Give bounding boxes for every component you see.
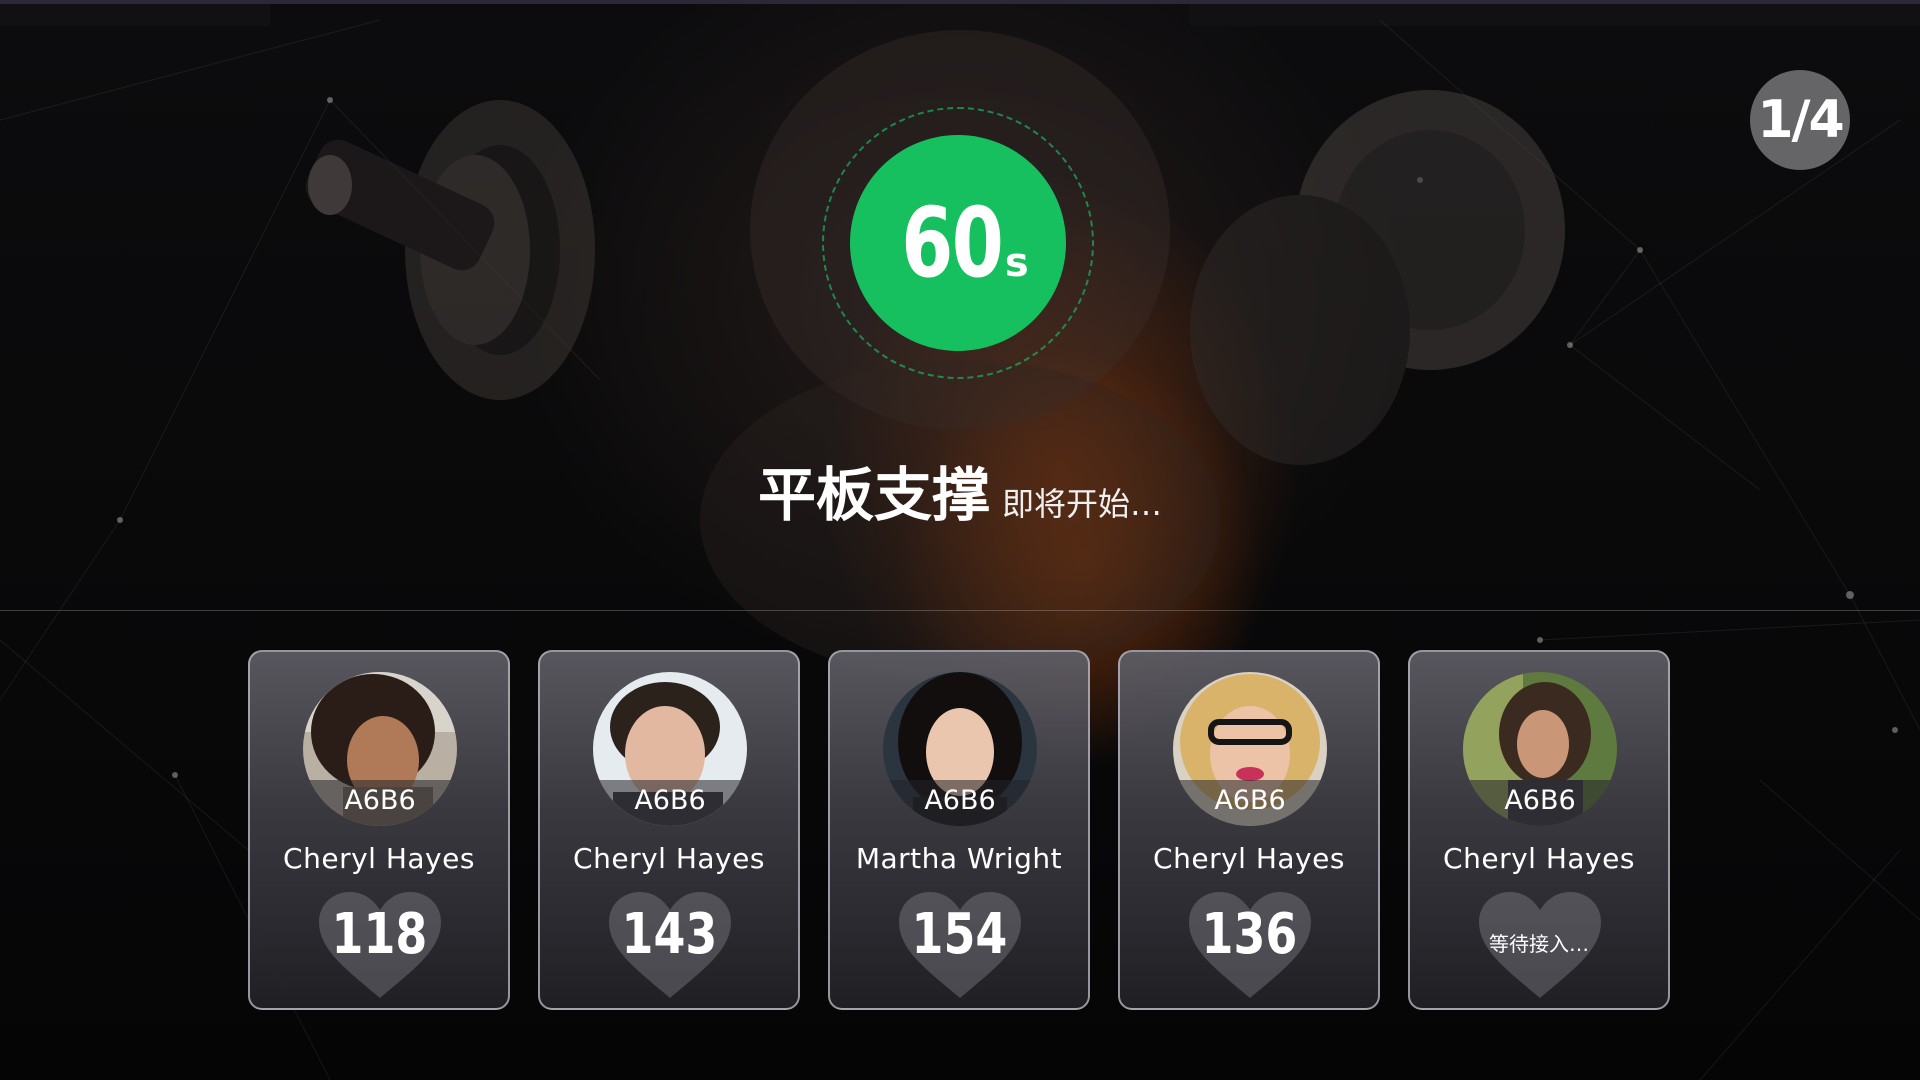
heart-rate-count: 136 — [1120, 902, 1378, 967]
heart-rate-count: 118 — [250, 902, 508, 967]
heart-rate-count: 143 — [540, 902, 798, 967]
device-tag: A6B6 — [883, 780, 1037, 826]
participant-card[interactable]: A6B6 Martha Wright 154 — [828, 650, 1090, 1010]
countdown-timer: 60 s — [850, 135, 1066, 351]
timer-value: 60 — [901, 187, 1005, 299]
count-value: 136 — [1201, 902, 1297, 967]
count-value: 143 — [621, 902, 717, 967]
participant-name: Cheryl Hayes — [1443, 842, 1635, 875]
count-value: 118 — [331, 902, 427, 967]
count-value: 154 — [911, 902, 1007, 967]
participant-cards: A6B6 Cheryl Hayes 118 A6B6 Cheryl Hayes — [248, 650, 1672, 1012]
heart-rate-count: 154 — [830, 902, 1088, 967]
device-tag: A6B6 — [1173, 780, 1327, 826]
participant-card[interactable]: A6B6 Cheryl Hayes 136 — [1118, 650, 1380, 1010]
participant-name: Cheryl Hayes — [283, 842, 475, 875]
waiting-status: 等待接入… — [1489, 932, 1589, 956]
section-divider — [0, 610, 1920, 611]
participant-card[interactable]: A6B6 Cheryl Hayes 118 — [248, 650, 510, 1010]
device-tag: A6B6 — [593, 780, 747, 826]
avatar: A6B6 — [883, 672, 1037, 826]
participant-card[interactable]: A6B6 Cheryl Hayes 143 — [538, 650, 800, 1010]
participant-card[interactable]: A6B6 Cheryl Hayes 等待接入… — [1408, 650, 1670, 1010]
page-indicator: 1/4 — [1750, 70, 1850, 170]
exercise-name: 平板支撑 — [757, 461, 990, 529]
participant-name: Cheryl Hayes — [1153, 842, 1345, 875]
timer-unit: s — [1004, 240, 1029, 286]
device-tag: A6B6 — [1463, 780, 1617, 826]
avatar: A6B6 — [1463, 672, 1617, 826]
participant-name: Cheryl Hayes — [573, 842, 765, 875]
workout-screen: 60 s 1/4 平板支撑 即将开始… A6B6 Cheryl Hayes 11… — [0, 0, 1920, 1080]
exercise-status: 即将开始… — [1002, 485, 1163, 523]
device-tag: A6B6 — [303, 780, 457, 826]
exercise-title: 平板支撑 即将开始… — [0, 448, 1920, 532]
avatar: A6B6 — [303, 672, 457, 826]
avatar: A6B6 — [593, 672, 747, 826]
participant-name: Martha Wright — [855, 842, 1063, 875]
avatar: A6B6 — [1173, 672, 1327, 826]
